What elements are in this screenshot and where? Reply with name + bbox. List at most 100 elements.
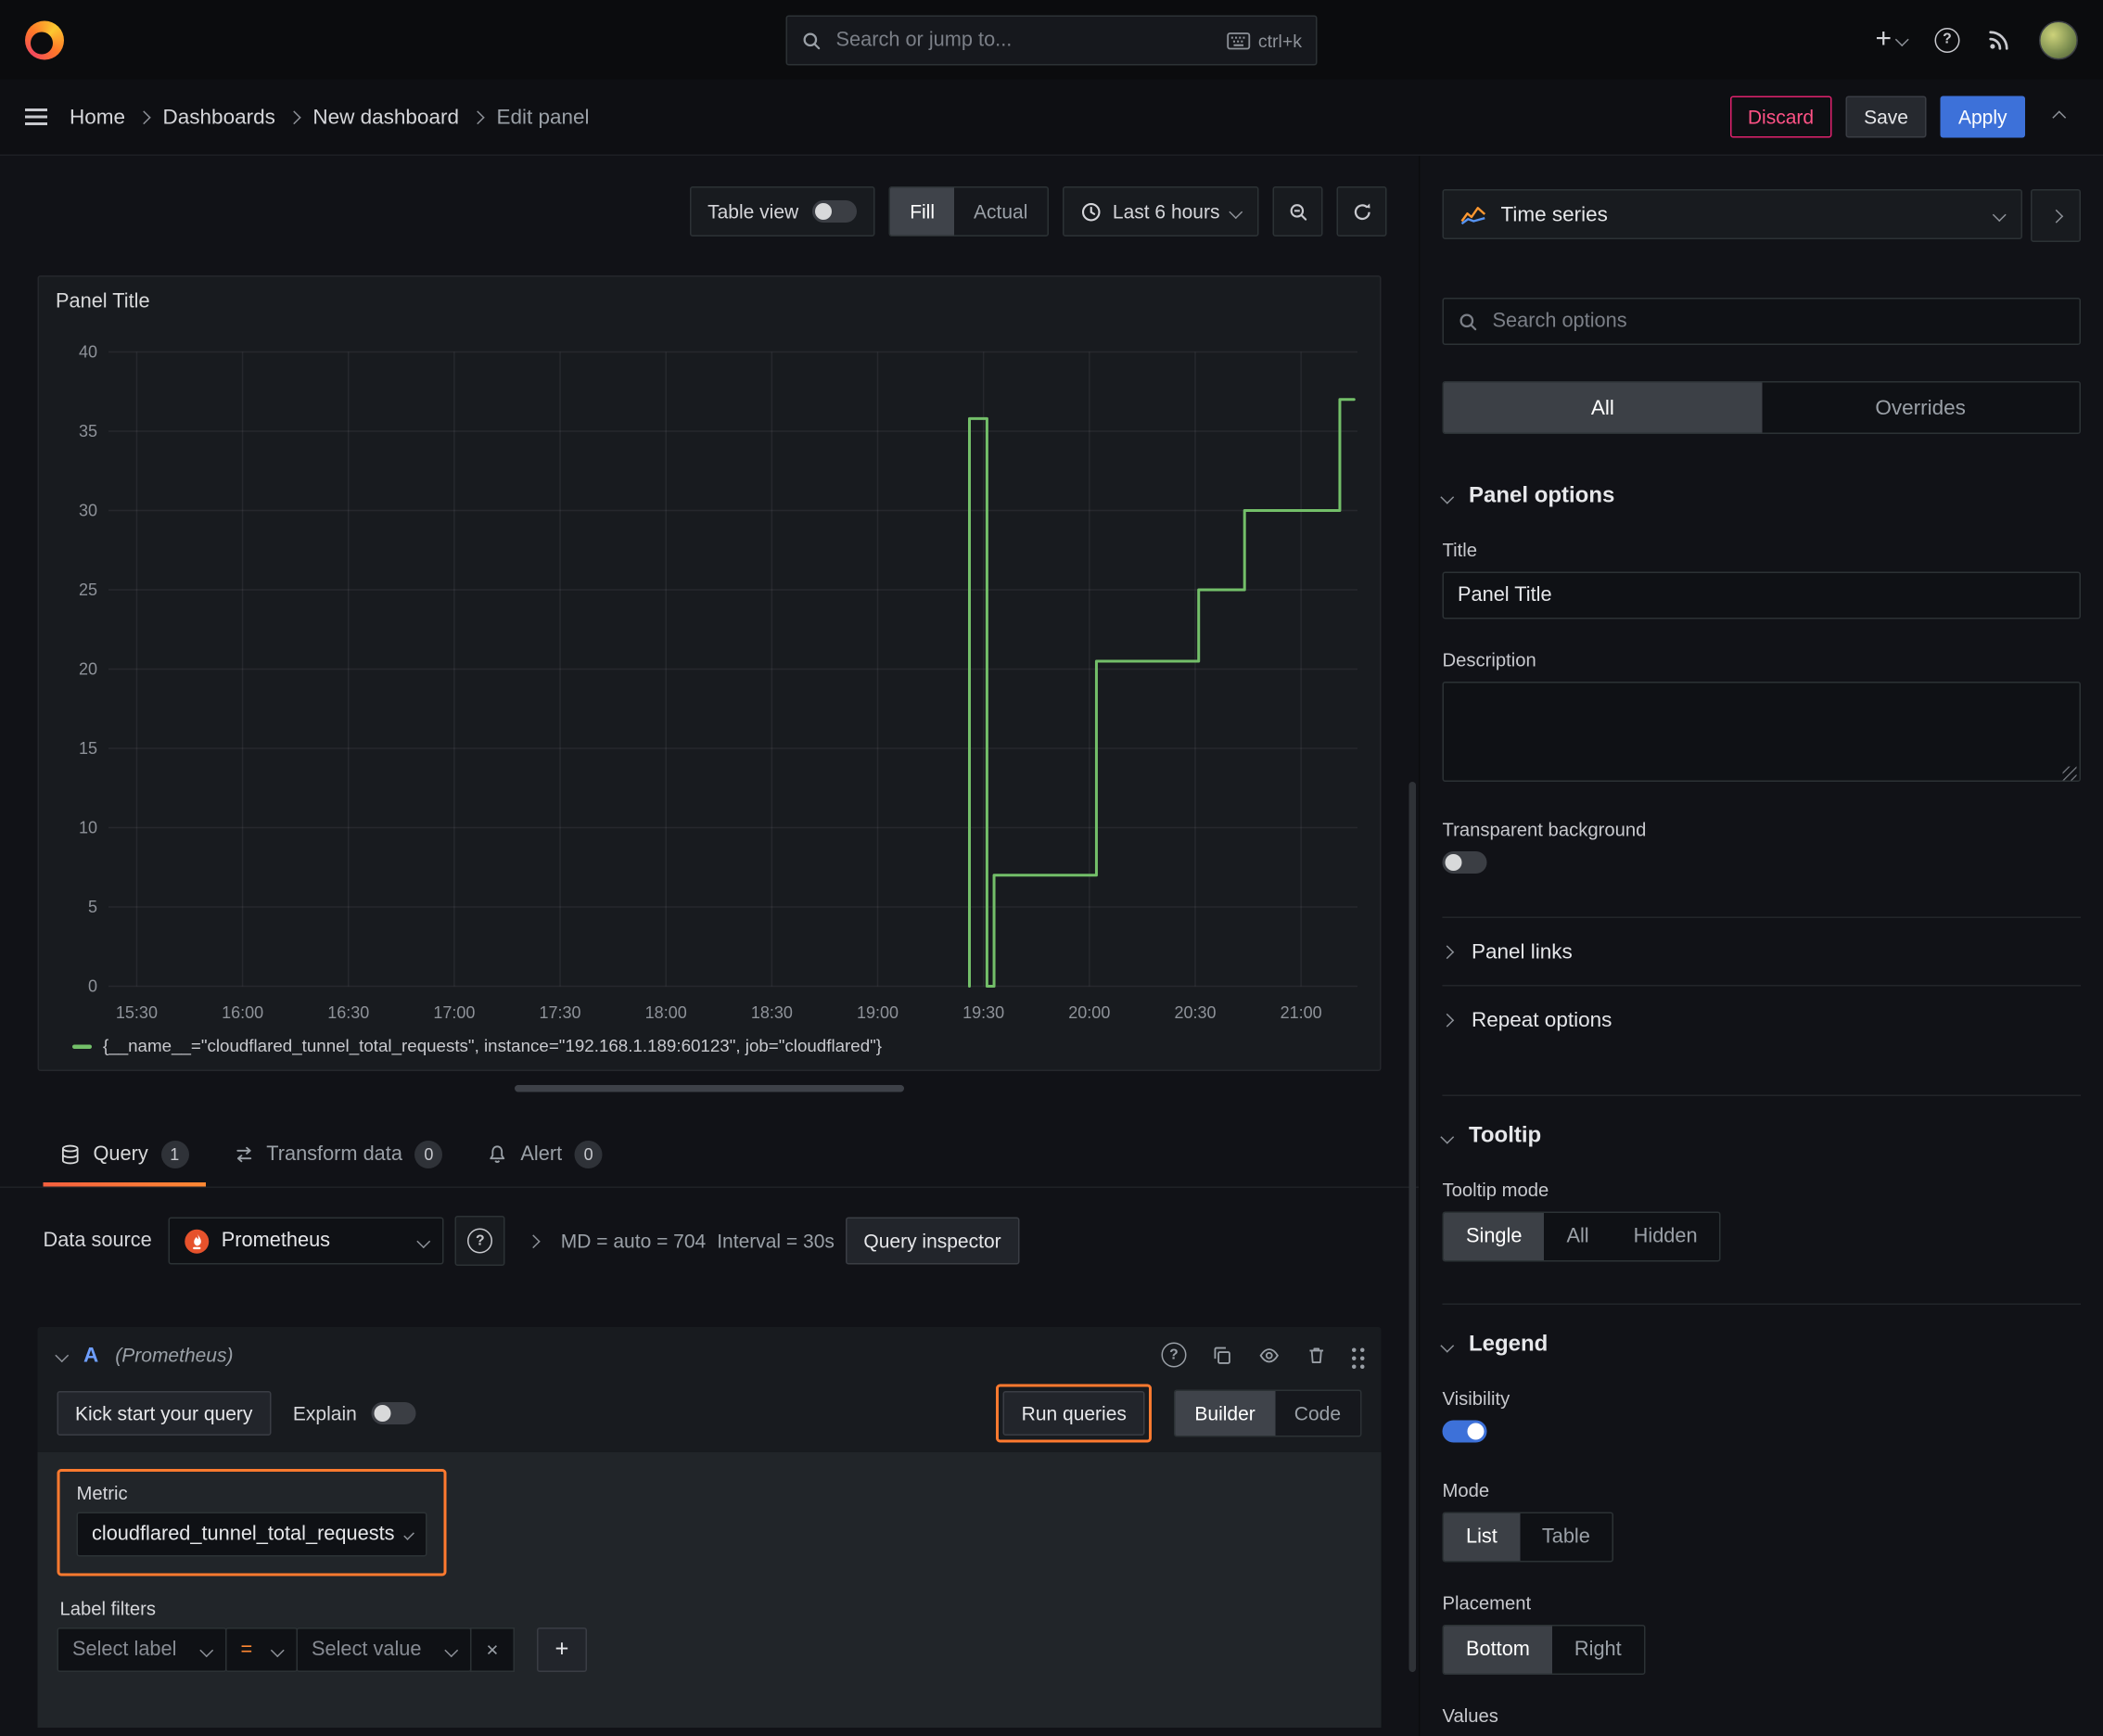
- hide-response-eye-icon[interactable]: [1257, 1345, 1281, 1366]
- tooltip-mode-single[interactable]: Single: [1444, 1213, 1545, 1260]
- chevron-down-icon: [1440, 1338, 1455, 1352]
- select-value-placeholder: Select value: [312, 1639, 422, 1661]
- svg-text:0: 0: [88, 977, 97, 996]
- datasource-picker[interactable]: Prometheus: [168, 1217, 444, 1265]
- panel-options-header[interactable]: Panel options: [1440, 484, 2082, 509]
- apply-button[interactable]: Apply: [1940, 96, 2025, 138]
- refresh-icon: [1354, 202, 1370, 220]
- refresh-button[interactable]: [1336, 186, 1387, 236]
- query-inspector-button[interactable]: Query inspector: [845, 1217, 1020, 1265]
- table-view-control[interactable]: Table view: [689, 186, 875, 236]
- select-label-dropdown[interactable]: Select label: [57, 1628, 227, 1672]
- save-button[interactable]: Save: [1845, 96, 1927, 138]
- resize-grip-icon[interactable]: [2062, 766, 2077, 781]
- chart-legend: {__name__="cloudflared_tunnel_total_requ…: [53, 1031, 1366, 1059]
- explain-control: Explain: [293, 1402, 415, 1424]
- collapse-query-icon[interactable]: [55, 1347, 70, 1362]
- left-scrollbar[interactable]: [1408, 782, 1416, 1672]
- time-range-picker[interactable]: Last 6 hours: [1062, 186, 1259, 236]
- query-help-icon[interactable]: ?: [1161, 1342, 1187, 1368]
- legend-mode-table[interactable]: Table: [1520, 1513, 1612, 1561]
- timeseries-viz-icon: [1460, 206, 1486, 224]
- title-field-label: Title: [1442, 540, 1478, 561]
- legend-header[interactable]: Legend: [1440, 1333, 2082, 1358]
- svg-text:30: 30: [79, 502, 97, 520]
- select-value-dropdown[interactable]: Select value: [296, 1628, 472, 1672]
- datasource-help-button[interactable]: ?: [454, 1216, 505, 1266]
- operator-dropdown[interactable]: =: [225, 1628, 298, 1672]
- datasource-row: Data source Prometheus ? MD = auto = 704…: [38, 1216, 1382, 1266]
- user-avatar[interactable]: [2039, 19, 2078, 59]
- trash-icon[interactable]: [1306, 1345, 1328, 1366]
- global-search[interactable]: ctrl+k: [785, 15, 1318, 66]
- legend-swatch[interactable]: [72, 1043, 92, 1049]
- label-filters-label: Label filters: [59, 1598, 157, 1620]
- fill-option[interactable]: Fill: [890, 187, 955, 236]
- discard-button[interactable]: Discard: [1729, 96, 1832, 138]
- bell-icon: [490, 1145, 505, 1163]
- menu-toggle-icon[interactable]: [25, 108, 47, 111]
- drag-handle-icon[interactable]: [1352, 1347, 1357, 1352]
- code-option[interactable]: Code: [1275, 1391, 1360, 1436]
- legend-visibility-toggle[interactable]: [1442, 1420, 1487, 1443]
- search-input[interactable]: [833, 28, 1216, 53]
- duplicate-icon[interactable]: [1212, 1345, 1233, 1366]
- panel-links-section[interactable]: Panel links: [1440, 916, 2081, 986]
- help-icon[interactable]: ?: [1934, 27, 1960, 53]
- options-tab-all[interactable]: All: [1444, 382, 1762, 433]
- search-icon: [803, 32, 821, 49]
- operator-value: =: [240, 1639, 253, 1661]
- tooltip-mode-all[interactable]: All: [1544, 1213, 1611, 1260]
- table-view-toggle[interactable]: [812, 200, 858, 223]
- news-rss-icon[interactable]: [1988, 28, 2012, 52]
- legend-placement-bottom[interactable]: Bottom: [1444, 1626, 1552, 1674]
- panel-options-section: Panel options Title Description Transpar…: [1440, 484, 2082, 881]
- new-menu-button[interactable]: +: [1875, 24, 1909, 57]
- query-card-header[interactable]: A (Prometheus) ?: [38, 1327, 1382, 1383]
- tab-query[interactable]: Query 1: [38, 1123, 211, 1187]
- help-icon: ?: [467, 1228, 493, 1254]
- chevron-down-icon: [1440, 490, 1455, 504]
- metric-select[interactable]: cloudflared_tunnel_total_requests: [76, 1512, 427, 1557]
- description-textarea[interactable]: [1442, 682, 2081, 782]
- breadcrumb-new-dashboard[interactable]: New dashboard: [312, 105, 459, 129]
- panel-resize-handle[interactable]: [515, 1085, 904, 1092]
- run-queries-button[interactable]: Run queries: [1003, 1391, 1145, 1436]
- grafana-logo[interactable]: [25, 19, 64, 59]
- timeseries-chart[interactable]: 0 5 10 15 20 25 30 35 40 15:30 16:00 16:30 17:00 17:3…: [53, 322, 1366, 1031]
- breadcrumb-dashboards[interactable]: Dashboards: [163, 105, 275, 129]
- options-tab-overrides[interactable]: Overrides: [1762, 383, 2080, 433]
- legend-series-label[interactable]: {__name__="cloudflared_tunnel_total_requ…: [103, 1037, 882, 1056]
- search-shortcut: ctrl+k: [1226, 30, 1302, 51]
- options-search-input[interactable]: [1489, 309, 2066, 334]
- remove-filter-button[interactable]: ×: [470, 1628, 515, 1672]
- table-view-label: Table view: [707, 200, 799, 223]
- panel-title-input[interactable]: [1442, 571, 2081, 619]
- actual-option[interactable]: Actual: [954, 188, 1047, 236]
- panel-title[interactable]: Panel Title: [56, 291, 1366, 313]
- collapse-options-button[interactable]: [2039, 97, 2078, 136]
- tooltip-header[interactable]: Tooltip: [1440, 1124, 2082, 1149]
- explain-toggle[interactable]: [370, 1402, 415, 1424]
- visualization-picker[interactable]: Time series: [1442, 189, 2022, 239]
- tab-transform-data[interactable]: Transform data 0: [210, 1123, 465, 1187]
- tab-alert[interactable]: Alert 0: [465, 1123, 624, 1187]
- toggle-viz-picker-button[interactable]: [2031, 189, 2081, 242]
- builder-option[interactable]: Builder: [1175, 1391, 1275, 1436]
- breadcrumb-home[interactable]: Home: [70, 105, 125, 129]
- zoom-out-button[interactable]: [1272, 186, 1323, 236]
- legend-placement-right[interactable]: Right: [1552, 1627, 1644, 1674]
- repeat-options-section[interactable]: Repeat options: [1440, 985, 2081, 1053]
- panel-options-pane: Time series All Overrides: [1419, 156, 2103, 1736]
- query-options-expand[interactable]: [516, 1218, 550, 1265]
- options-search[interactable]: [1442, 298, 2081, 345]
- visualization-row: Time series: [1442, 189, 2081, 242]
- tooltip-mode-hidden[interactable]: Hidden: [1612, 1213, 1720, 1260]
- kick-start-button[interactable]: Kick start your query: [57, 1391, 271, 1436]
- legend-mode-list[interactable]: List: [1444, 1513, 1520, 1561]
- transparent-bg-toggle[interactable]: [1442, 851, 1487, 874]
- breadcrumb: Home Dashboards New dashboard Edit panel: [70, 105, 590, 129]
- fill-actual-switch: Fill Actual: [888, 186, 1049, 236]
- add-filter-button[interactable]: +: [537, 1628, 587, 1672]
- svg-text:19:30: 19:30: [962, 1003, 1004, 1022]
